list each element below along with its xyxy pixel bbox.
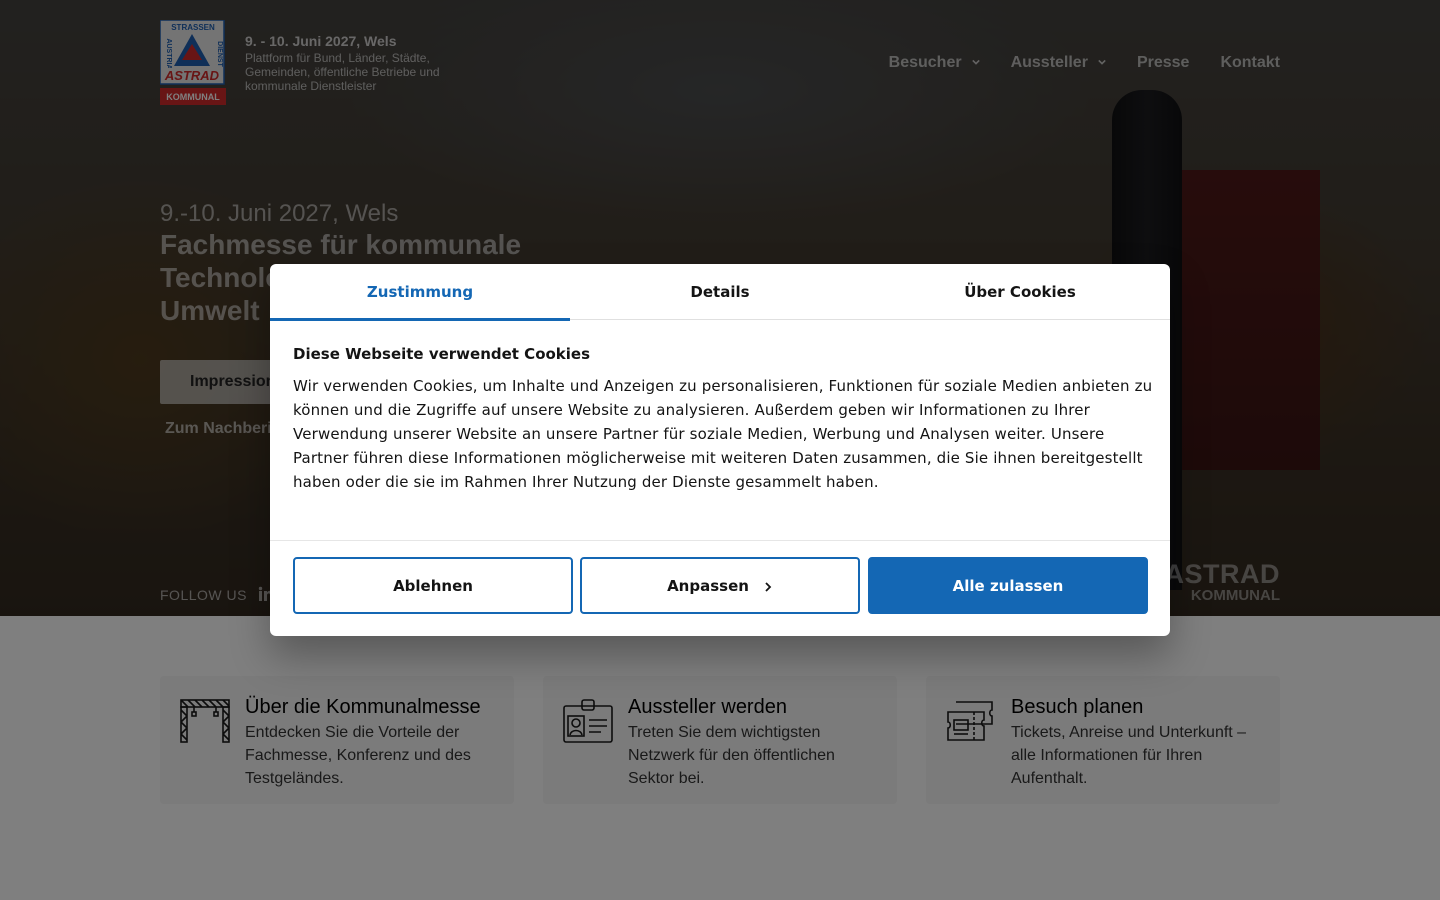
chevron-right-icon bbox=[765, 581, 772, 592]
cookie-dialog-text: Wir verwenden Cookies, um Inhalte und An… bbox=[293, 377, 1153, 491]
allow-all-button[interactable]: Alle zulassen bbox=[868, 557, 1148, 614]
allow-all-button-label: Alle zulassen bbox=[952, 576, 1064, 595]
cookie-dialog-footer: Ablehnen Anpassen Alle zulassen bbox=[270, 540, 1170, 636]
deny-button-label: Ablehnen bbox=[393, 576, 473, 595]
cookie-dialog-body: Diese Webseite verwendet Cookies Wir ver… bbox=[293, 344, 1153, 494]
tab-ueber-cookies[interactable]: Über Cookies bbox=[870, 264, 1170, 320]
cookie-tabs: Zustimmung Details Über Cookies bbox=[270, 264, 1170, 321]
tab-details[interactable]: Details bbox=[570, 264, 870, 320]
customize-button[interactable]: Anpassen bbox=[580, 557, 860, 614]
cookie-consent-dialog: Zustimmung Details Über Cookies Diese We… bbox=[270, 264, 1170, 636]
cookie-dialog-heading: Diese Webseite verwendet Cookies bbox=[293, 345, 591, 363]
tab-zustimmung[interactable]: Zustimmung bbox=[270, 264, 570, 321]
customize-button-label: Anpassen bbox=[667, 576, 749, 595]
deny-button[interactable]: Ablehnen bbox=[293, 557, 573, 614]
